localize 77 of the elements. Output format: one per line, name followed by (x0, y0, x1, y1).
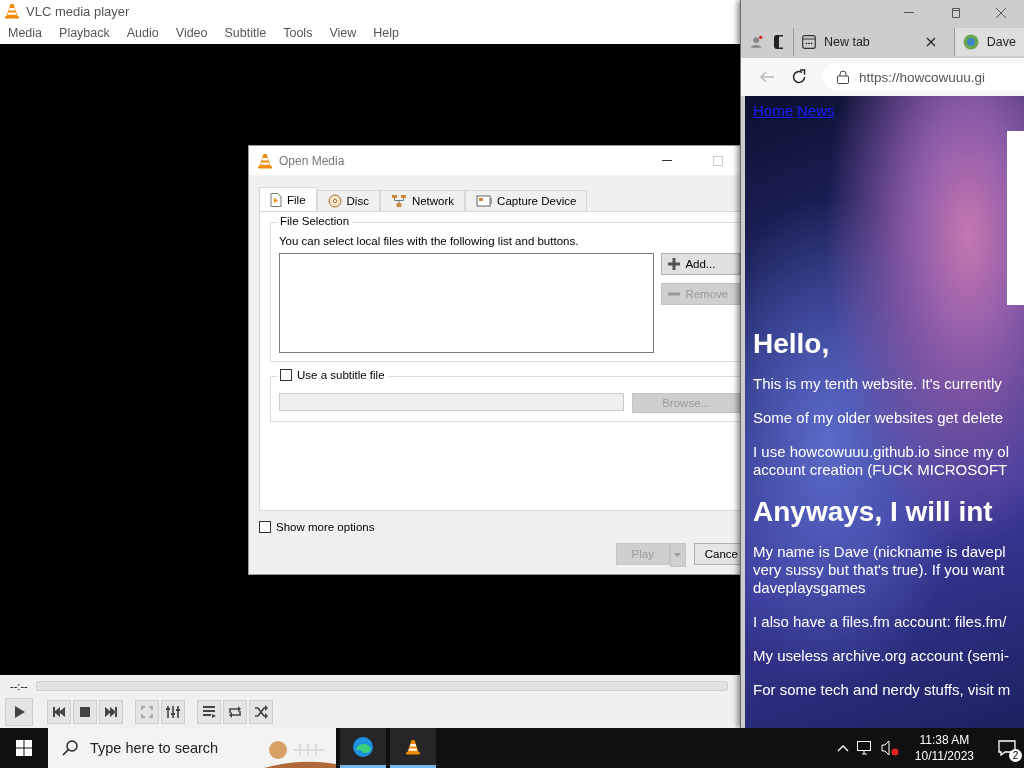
previous-icon (51, 704, 67, 720)
menu-item[interactable]: Help (373, 26, 399, 40)
menu-item[interactable]: Subtitle (224, 26, 267, 40)
taskbar-search-field[interactable]: Type here to search (48, 728, 336, 768)
document-icon (270, 192, 282, 207)
window-title: VLC media player (26, 3, 130, 19)
file-list[interactable] (279, 253, 655, 353)
equalizer-icon (165, 704, 181, 720)
page-paragraph: This is my tenth website. It's currently (753, 375, 1003, 393)
tab-page-icon (801, 35, 816, 49)
page-paragraph: I use howcowuuu.github.io since my ol account creation (FUCK MICROSOFT (753, 443, 1010, 479)
show-more-options-checkbox[interactable]: Show more options (259, 521, 740, 533)
tab[interactable]: Disc (316, 190, 380, 211)
dialog-title: Open Media (279, 153, 346, 168)
close-icon[interactable] (995, 7, 1007, 19)
vlc-logo-icon (405, 738, 421, 755)
chevron-up-icon[interactable] (836, 744, 849, 752)
menu-item[interactable]: Video (175, 26, 208, 40)
browser-tab[interactable]: Dave (953, 28, 1024, 56)
tab[interactable]: File (259, 187, 317, 211)
previous-button[interactable] (47, 700, 71, 724)
page-heading: Hello, (753, 327, 831, 361)
subtitle-file-field[interactable] (279, 393, 625, 411)
shuffle-icon (253, 704, 269, 720)
playlist-icon (201, 704, 217, 720)
close-tab-icon[interactable] (925, 37, 936, 47)
muted-speaker-icon[interactable] (880, 740, 899, 756)
windows-logo-icon[interactable] (16, 740, 32, 756)
hint-text: You can select local files with the following list and buttons. (279, 235, 580, 247)
cancel-button[interactable]: Cance (693, 543, 740, 565)
loop-icon (227, 704, 243, 720)
tab[interactable]: Capture Device (465, 190, 588, 211)
page-paragraph: I also have a files.fm account: files.fm/ (753, 613, 1008, 631)
menu-item[interactable]: Media (8, 26, 43, 40)
menu-item[interactable]: Playback (59, 26, 110, 40)
menu-item[interactable]: View (329, 26, 357, 40)
vlc-logo-icon (257, 152, 273, 169)
menu-item[interactable]: Audio (126, 26, 159, 40)
notifications-button[interactable]: 2 (990, 728, 1024, 768)
taskbar-app[interactable] (340, 728, 386, 768)
page-heading: Anyways, I will int (753, 495, 994, 529)
restore-icon[interactable] (950, 8, 960, 18)
disc-icon (327, 194, 342, 208)
capture-card-icon (476, 194, 493, 208)
next-icon (103, 704, 119, 720)
group-title: File Selection (277, 215, 353, 227)
play-button[interactable] (5, 698, 33, 726)
add-button[interactable]: Add... (661, 253, 740, 275)
stop-icon (77, 704, 93, 720)
page-paragraph: Some of my older websites get delete (753, 409, 1005, 427)
page-paragraph: For some tech and nerdy stuffs, visit m (753, 681, 1012, 699)
loop-button[interactable] (223, 700, 247, 724)
wave-logo-icon (352, 735, 374, 758)
search-icon (62, 740, 78, 756)
vlc-logo-icon (4, 3, 20, 19)
subtitle-checkbox[interactable]: Use a subtitle file (277, 369, 388, 381)
playlist-button[interactable] (197, 700, 221, 724)
fullscreen-icon (139, 704, 155, 720)
lock-icon (837, 70, 849, 84)
address-bar[interactable]: https://howcowuuu.gi (823, 63, 1024, 91)
tab[interactable]: Network (379, 190, 466, 211)
next-button[interactable] (99, 700, 123, 724)
taskbar-app[interactable] (390, 728, 436, 768)
refresh-icon[interactable] (791, 69, 807, 85)
page-paragraph: My useless archive.org account (semi- (753, 647, 1010, 665)
network-icon (390, 194, 407, 208)
network-icon[interactable] (856, 741, 873, 755)
extended-settings-button[interactable] (161, 700, 185, 724)
globe-icon (962, 34, 979, 50)
shuffle-button[interactable] (249, 700, 273, 724)
elapsed-time: --:-- (10, 679, 28, 692)
menu-item[interactable]: Tools (283, 26, 313, 40)
page-paragraph: My name is Dave (nickname is davepl very sussy but that's true). If you want daveplaysgames (753, 543, 1007, 597)
minimize-icon[interactable] (661, 159, 672, 162)
stop-button[interactable] (73, 700, 97, 724)
plus-icon (668, 258, 681, 270)
clock[interactable]: 11:38 AM 10/11/2023 (906, 732, 982, 764)
